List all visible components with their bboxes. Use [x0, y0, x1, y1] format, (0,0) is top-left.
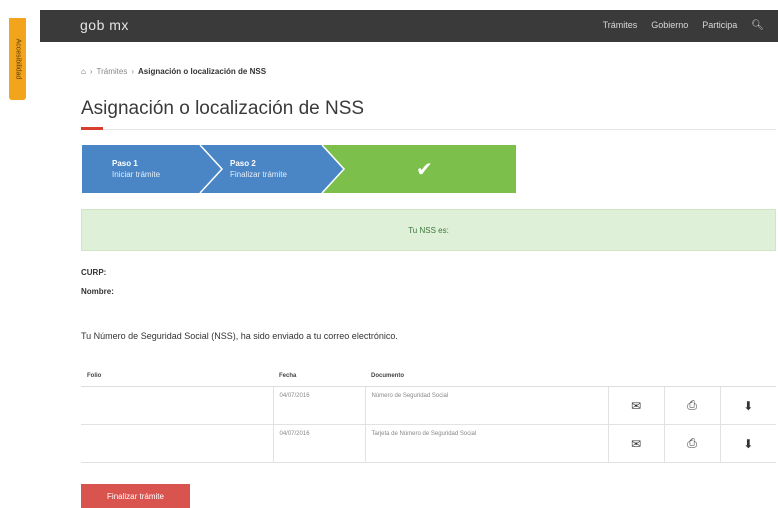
- gobmx-logo[interactable]: gob mx: [80, 17, 129, 33]
- step-1-title: Paso 1: [112, 159, 138, 168]
- accessibility-tab[interactable]: Accesibilidad: [9, 18, 26, 100]
- breadcrumb: ⌂ › Trámites › Asignación o localización…: [81, 67, 266, 76]
- top-navbar: gob mx Trámites Gobierno Participa 🔍︎: [40, 10, 778, 42]
- column-folio: Folio: [81, 366, 273, 387]
- nav-tramites[interactable]: Trámites: [603, 20, 638, 31]
- download-icon[interactable]: ⬇: [719, 424, 776, 463]
- print-icon[interactable]: ⎙: [663, 386, 720, 425]
- step-2: Paso 2 Finalizar trámite: [230, 158, 287, 180]
- step-2-title: Paso 2: [230, 159, 256, 168]
- email-sent-message: Tu Número de Seguridad Social (NSS), ha …: [81, 331, 398, 341]
- column-fecha: Fecha: [273, 366, 365, 387]
- cell-fecha: 04/07/2016: [272, 424, 365, 463]
- step-1: Paso 1 Iniciar trámite: [112, 158, 160, 180]
- cell-folio: [81, 424, 273, 463]
- main-nav: Trámites Gobierno Participa 🔍︎: [603, 20, 764, 31]
- column-download: [720, 366, 776, 387]
- nav-participa[interactable]: Participa: [702, 20, 737, 31]
- email-icon[interactable]: ✉: [607, 424, 664, 463]
- home-icon[interactable]: ⌂: [81, 67, 86, 76]
- table-row: 04/07/2016 Número de Seguridad Social ✉ …: [81, 386, 776, 425]
- nss-result-alert: Tu NSS es:: [81, 209, 776, 251]
- nss-result-text: Tu NSS es:: [408, 225, 449, 235]
- check-icon: ✔: [416, 159, 433, 181]
- title-accent: [81, 127, 103, 130]
- progress-stepper: Paso 1 Iniciar trámite Paso 2 Finalizar …: [82, 145, 516, 193]
- title-divider: [81, 129, 776, 130]
- step-1-subtitle: Iniciar trámite: [112, 170, 161, 179]
- curp-label: CURP:: [81, 268, 107, 277]
- step-2-subtitle: Finalizar trámite: [230, 170, 287, 179]
- breadcrumb-item-current: Asignación o localización de NSS: [138, 67, 267, 76]
- table-row: 04/07/2016 Tarjeta de Número de Segurida…: [81, 424, 776, 463]
- cell-documento: Tarjeta de Número de Seguridad Social: [364, 424, 608, 463]
- breadcrumb-separator: ›: [131, 67, 135, 76]
- column-email: [608, 366, 664, 387]
- search-icon[interactable]: 🔍︎: [751, 20, 764, 31]
- cell-documento: Número de Seguridad Social: [364, 386, 608, 425]
- accessibility-tab-label: Accesibilidad: [14, 38, 21, 80]
- table-header-row: Folio Fecha Documento: [81, 366, 776, 387]
- nombre-label: Nombre:: [81, 287, 114, 296]
- documents-table: Folio Fecha Documento 04/07/2016 Número …: [81, 366, 776, 463]
- breadcrumb-separator: ›: [89, 67, 93, 76]
- page-title: Asignación o localización de NSS: [81, 98, 365, 119]
- finish-button[interactable]: Finalizar trámite: [81, 484, 190, 508]
- download-icon[interactable]: ⬇: [719, 386, 776, 425]
- cell-folio: [81, 386, 273, 425]
- nav-gobierno[interactable]: Gobierno: [651, 20, 688, 31]
- print-icon[interactable]: ⎙: [663, 424, 720, 463]
- column-print: [664, 366, 720, 387]
- cell-fecha: 04/07/2016: [272, 386, 365, 425]
- column-documento: Documento: [365, 366, 608, 387]
- email-icon[interactable]: ✉: [607, 386, 664, 425]
- breadcrumb-item-tramites[interactable]: Trámites: [97, 67, 128, 76]
